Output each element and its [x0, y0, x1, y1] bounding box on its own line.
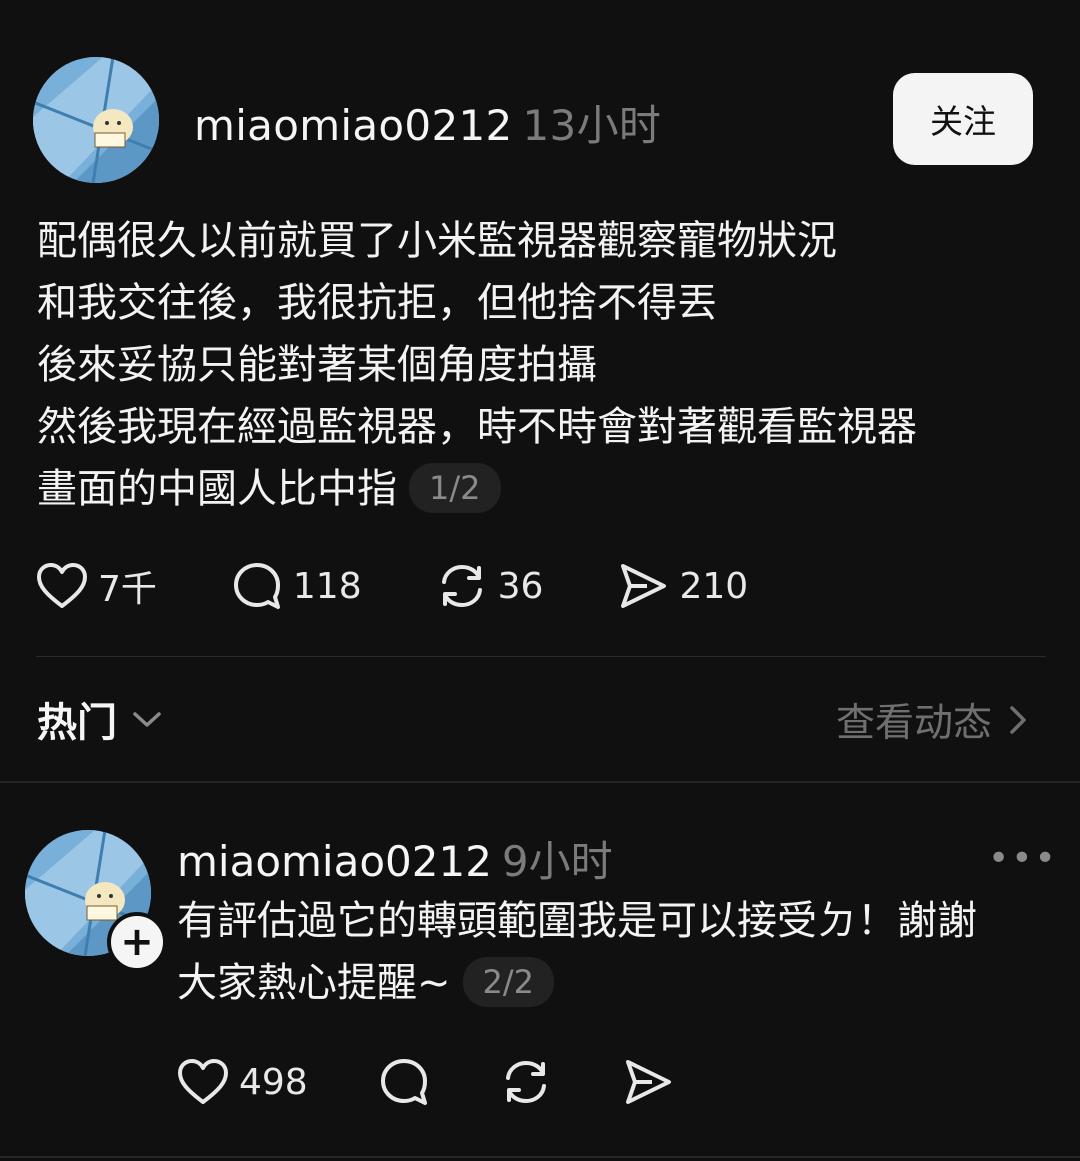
thread-pager: 1/2	[409, 463, 501, 513]
chevron-right-icon	[1010, 706, 1026, 734]
post-username[interactable]: miaomiao0212 13小时	[194, 92, 661, 153]
view-activity-label: 查看动态	[835, 701, 992, 746]
chevron-down-icon	[133, 712, 161, 727]
reply-line: 有評估過它的轉頭範圍我是可以接受ㄉ！謝謝	[177, 898, 977, 944]
repost-icon	[505, 1061, 546, 1103]
avatar-image	[33, 57, 159, 183]
follow-plus-badge[interactable]: +	[107, 912, 167, 972]
username-text[interactable]: miaomiao0212	[194, 101, 513, 150]
post-line: 然後我現在經過監視器，時不時會對著觀看監視器	[37, 404, 917, 450]
post-text: 配偶很久以前就買了小米監視器觀察寵物狀況 和我交往後，我很抗拒，但他捨不得丟 後…	[37, 210, 1047, 520]
reply-avatar-wrap[interactable]: +	[25, 830, 167, 972]
thread-pager: 2/2	[462, 957, 555, 1007]
username-text[interactable]: miaomiao0212	[177, 837, 492, 886]
comment-button[interactable]	[378, 1056, 430, 1108]
reply-line: 大家熱心提醒~	[177, 960, 451, 1006]
repost-count: 36	[497, 565, 544, 607]
post-line: 後來妥協只能對著某個角度拍攝	[37, 342, 597, 388]
post-time: 13小时	[522, 101, 662, 150]
sort-label: 热门	[37, 700, 117, 746]
share-button[interactable]	[622, 1056, 674, 1108]
post-line: 配偶很久以前就買了小米監視器觀察寵物狀況	[37, 218, 837, 264]
view-activity-link[interactable]: 查看动态	[836, 692, 1032, 748]
post-line-last: 畫面的中國人比中指 1/2	[37, 458, 1047, 520]
post-actions: 7千 118 36 210	[36, 560, 822, 612]
like-count: 7千	[98, 569, 157, 610]
repost-button[interactable]: 36	[436, 560, 544, 612]
post-line: 和我交往後，我很抗拒，但他捨不得丟	[37, 280, 717, 326]
share-icon	[625, 1060, 671, 1104]
repost-icon	[441, 565, 482, 607]
reply-username[interactable]: miaomiao0212 9小时	[177, 828, 613, 889]
like-button[interactable]: 498	[177, 1058, 308, 1106]
sort-dropdown[interactable]: 热门	[37, 690, 165, 748]
comment-count: 118	[292, 565, 362, 607]
reply-actions: 498	[177, 1056, 748, 1108]
bottom-divider	[0, 1156, 1080, 1158]
reply-line-last: 大家熱心提醒~ 2/2	[177, 952, 1057, 1014]
heart-icon	[37, 563, 87, 608]
heart-icon	[178, 1059, 228, 1104]
comment-icon	[233, 563, 280, 609]
section-divider	[0, 781, 1080, 783]
like-count: 498	[239, 1061, 308, 1103]
repost-button[interactable]	[500, 1056, 552, 1108]
more-icon[interactable]: •••	[988, 838, 1058, 879]
comment-button[interactable]: 118	[231, 560, 362, 612]
avatar[interactable]	[33, 57, 159, 183]
like-button[interactable]: 7千	[36, 560, 157, 612]
share-icon	[621, 564, 667, 608]
share-button[interactable]: 210	[617, 560, 748, 612]
follow-button[interactable]: 关注	[893, 73, 1033, 165]
reply-text: 有評估過它的轉頭範圍我是可以接受ㄉ！謝謝 大家熱心提醒~ 2/2	[177, 890, 1057, 1014]
plus-icon: +	[120, 919, 154, 965]
reply-time: 9小时	[501, 837, 613, 886]
replies-header: 热门 查看动态	[0, 660, 1080, 780]
divider	[36, 656, 1046, 657]
post-line: 畫面的中國人比中指	[37, 466, 397, 512]
comment-icon	[380, 1059, 427, 1105]
share-count: 210	[679, 565, 749, 607]
